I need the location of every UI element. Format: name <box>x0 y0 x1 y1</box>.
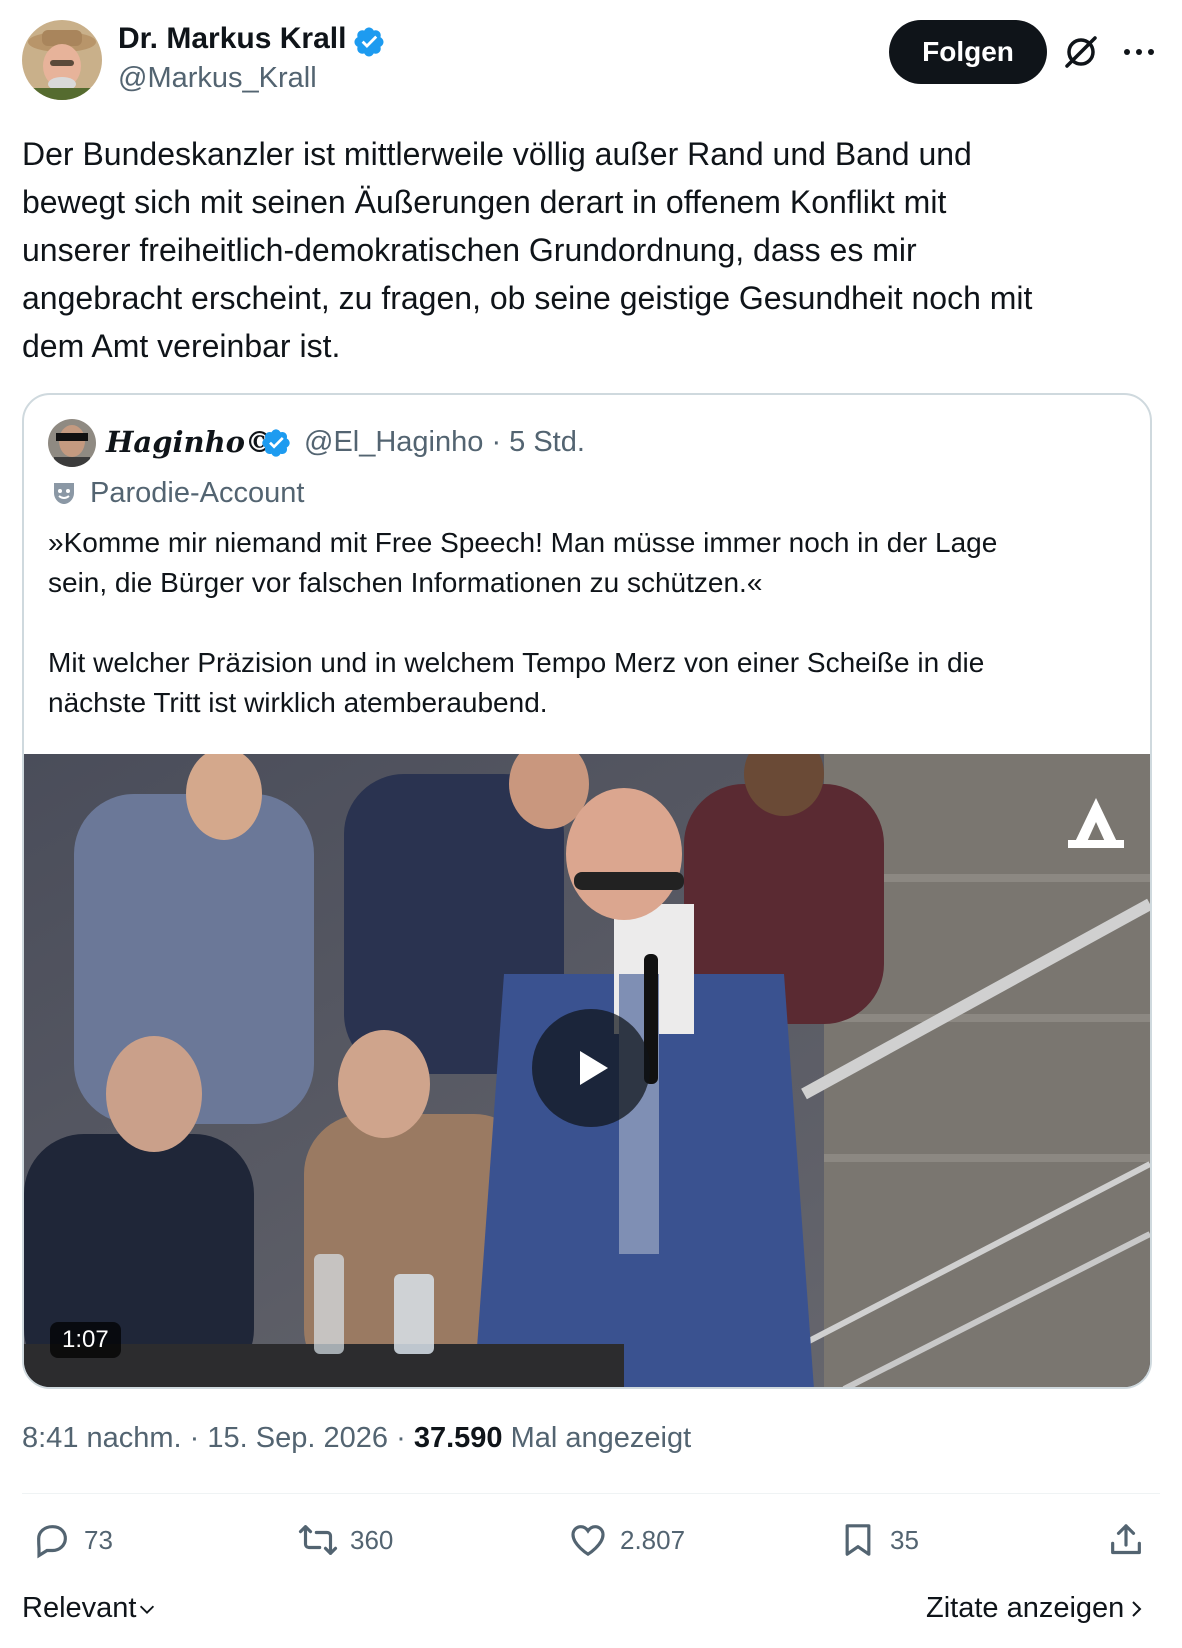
quoted-tweet-card[interactable]: Haginho© @El_Haginho · 5 Std. Parodie-Ac… <box>22 393 1152 1389</box>
verified-badge-icon <box>352 25 386 59</box>
video-duration: 1:07 <box>50 1322 121 1358</box>
quote-author-name[interactable]: Haginho© <box>106 425 274 459</box>
retweet-count: 360 <box>350 1524 394 1555</box>
author-handle[interactable]: @Markus_Krall <box>118 62 317 95</box>
reply-sort-label: Relevant <box>22 1592 137 1624</box>
bookmark-count: 35 <box>890 1524 919 1555</box>
view-quotes-label: Zitate anzeigen <box>926 1592 1125 1624</box>
video-player[interactable]: 1:07 <box>24 754 1150 1387</box>
channel-logo-icon <box>1064 794 1128 850</box>
follow-button[interactable]: Folgen <box>889 20 1047 84</box>
play-button[interactable] <box>532 1009 650 1127</box>
reply-button[interactable]: 73 <box>32 1520 113 1560</box>
view-count: 37.590 <box>413 1422 503 1454</box>
reply-count: 73 <box>84 1524 113 1555</box>
quote-text: »Komme mir niemand mit Free Speech! Man … <box>48 527 998 718</box>
quote-handle-time[interactable]: @El_Haginho · 5 Std. <box>304 426 585 459</box>
play-icon <box>580 1051 608 1085</box>
more-options-icon[interactable] <box>1119 37 1159 67</box>
meta-separator: · <box>396 1422 406 1454</box>
tweet-meta-line: 8:41 nachm. · 15. Sep. 2026 · 37.590 Mal… <box>22 1422 691 1455</box>
heart-icon <box>571 1525 605 1557</box>
bookmark-icon <box>845 1524 871 1556</box>
meta-separator: · <box>189 1422 200 1454</box>
divider <box>22 1493 1160 1494</box>
tweet-time[interactable]: 8:41 nachm. <box>22 1422 182 1454</box>
parody-mask-icon <box>50 479 78 507</box>
share-button[interactable] <box>1106 1520 1158 1560</box>
reply-sort-dropdown[interactable]: Relevant <box>22 1592 158 1625</box>
retweet-icon <box>298 1525 338 1555</box>
view-count-label: Mal angezeigt <box>510 1422 692 1454</box>
author-avatar[interactable] <box>22 20 102 100</box>
chevron-right-icon <box>1132 1600 1142 1617</box>
parody-account-label: Parodie-Account <box>90 477 305 509</box>
retweet-button[interactable]: 360 <box>298 1520 393 1560</box>
quote-author-avatar[interactable] <box>48 419 96 467</box>
grok-icon[interactable] <box>1061 32 1101 72</box>
like-count: 2.807 <box>620 1524 686 1555</box>
bookmark-button[interactable]: 35 <box>838 1520 919 1560</box>
tweet-text: Der Bundeskanzler ist mittlerweile völli… <box>22 136 1033 364</box>
author-name[interactable]: Dr. Markus Krall <box>118 22 346 56</box>
chevron-down-icon <box>140 1605 155 1614</box>
quote-verified-badge-icon <box>260 427 292 459</box>
tweet-date[interactable]: 15. Sep. 2026 <box>207 1422 388 1454</box>
like-button[interactable]: 2.807 <box>568 1520 685 1560</box>
reply-icon <box>37 1525 67 1559</box>
share-icon <box>1111 1524 1141 1555</box>
view-quotes-link[interactable]: Zitate anzeigen <box>926 1592 1148 1625</box>
